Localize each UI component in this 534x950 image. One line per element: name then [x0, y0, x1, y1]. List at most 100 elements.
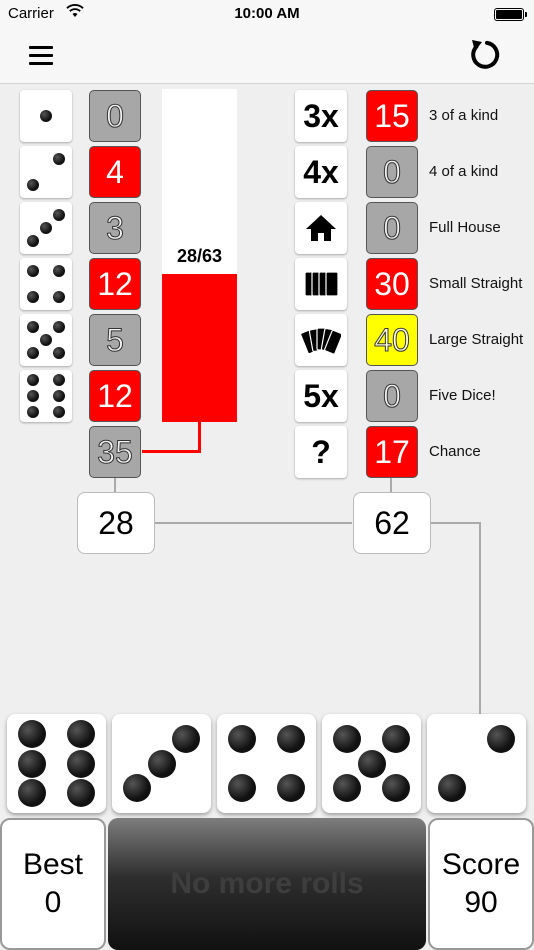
upper-score-3[interactable]: 3 — [89, 202, 141, 254]
upper-score-6[interactable]: 12 — [89, 370, 141, 422]
category-label: Chance — [429, 443, 481, 460]
pip — [27, 347, 39, 359]
upper-bonus-score[interactable]: 35 — [89, 426, 141, 478]
pip — [53, 265, 65, 277]
upper-score-1[interactable]: 0 — [89, 90, 141, 142]
roll-button[interactable]: No more rolls — [108, 818, 426, 950]
pip — [147, 749, 176, 778]
lower-total: 62 — [353, 492, 431, 554]
restart-icon[interactable] — [462, 32, 508, 78]
pip — [382, 724, 411, 753]
lower-score-5[interactable]: 0 — [366, 370, 418, 422]
lower-score-6[interactable]: 17 — [366, 426, 418, 478]
pip — [53, 153, 65, 165]
lower-score-3[interactable]: 30 — [366, 258, 418, 310]
score-panel: Score 90 — [428, 818, 534, 950]
pip — [53, 374, 65, 387]
pip — [227, 774, 256, 803]
pip — [382, 774, 411, 803]
pip — [53, 291, 65, 303]
pip — [27, 291, 39, 303]
upper-score-5[interactable]: 5 — [89, 314, 141, 366]
upper-total: 28 — [77, 492, 155, 554]
pip — [487, 724, 516, 753]
pip — [332, 724, 361, 753]
pip — [27, 235, 39, 247]
die-2[interactable] — [112, 714, 211, 813]
score-value: 15 — [374, 98, 410, 134]
lower-total-value: 62 — [374, 505, 410, 541]
pip — [40, 222, 52, 234]
icon-text: 3x — [303, 98, 339, 134]
pip — [17, 779, 46, 808]
pip — [67, 719, 96, 748]
category-die-5 — [20, 314, 72, 366]
upper-total-value: 28 — [98, 505, 134, 541]
pip — [67, 779, 96, 808]
category-label: Small Straight — [429, 275, 523, 292]
score-value: 90 — [464, 886, 498, 919]
nav-bar — [0, 28, 534, 84]
icon-text: 4x — [303, 154, 339, 190]
category-label: Five Dice! — [429, 387, 496, 404]
score-value: 0 — [106, 98, 125, 135]
lower-score-4[interactable]: 40 — [366, 314, 418, 366]
score-value: 0 — [383, 154, 402, 191]
lower-score-0[interactable]: 15 — [366, 90, 418, 142]
upper-bonus-progress: 28/63 — [162, 89, 237, 422]
category-label: 4 of a kind — [429, 163, 499, 180]
hamburger-line — [29, 54, 53, 57]
score-title: Score — [441, 848, 521, 881]
score-value: 4 — [106, 154, 124, 190]
die-4[interactable] — [322, 714, 421, 813]
die-5[interactable] — [427, 714, 526, 813]
progress-label: 28/63 — [176, 246, 223, 266]
die-1[interactable] — [7, 714, 106, 813]
pip — [277, 724, 306, 753]
category-die-4 — [20, 258, 72, 310]
house-icon — [295, 202, 347, 254]
pip — [27, 374, 39, 387]
category-die-2 — [20, 146, 72, 198]
score-value: 0 — [383, 210, 402, 247]
score-value: 0 — [383, 378, 402, 415]
totals-connector — [155, 522, 352, 524]
pip — [67, 749, 96, 778]
pip — [53, 347, 65, 359]
cards-large-icon — [295, 314, 347, 366]
best-value: 0 — [44, 886, 62, 919]
pip — [40, 334, 52, 346]
chance-icon: ? — [295, 426, 347, 478]
lower-score-1[interactable]: 0 — [366, 146, 418, 198]
pip — [27, 321, 39, 333]
score-connector — [479, 522, 481, 714]
pip — [53, 321, 65, 333]
score-value: 12 — [97, 266, 133, 302]
pip — [53, 390, 65, 402]
score-connector — [431, 522, 481, 524]
upper-score-4[interactable]: 12 — [89, 258, 141, 310]
upper-score-2[interactable]: 4 — [89, 146, 141, 198]
category-label: 3 of a kind — [429, 107, 499, 124]
pip — [40, 110, 52, 122]
category-label: Full House — [429, 219, 501, 236]
score-value: 12 — [97, 378, 133, 414]
pip — [27, 390, 39, 402]
pip — [357, 749, 386, 778]
pip — [122, 774, 151, 803]
battery-icon — [494, 8, 527, 21]
category-die-3 — [20, 202, 72, 254]
pip — [27, 179, 39, 191]
pip — [227, 724, 256, 753]
die-3[interactable] — [217, 714, 316, 813]
lower-total-connector — [390, 478, 392, 493]
status-bar: Carrier 10:00 AM — [0, 0, 534, 28]
category-die-1 — [20, 90, 72, 142]
bonus-connector — [198, 422, 201, 453]
menu-button[interactable] — [22, 40, 62, 72]
pip — [17, 749, 46, 778]
pip — [172, 724, 201, 753]
score-value: 40 — [374, 322, 411, 359]
lower-score-2[interactable]: 0 — [366, 202, 418, 254]
score-value: 5 — [106, 322, 125, 359]
